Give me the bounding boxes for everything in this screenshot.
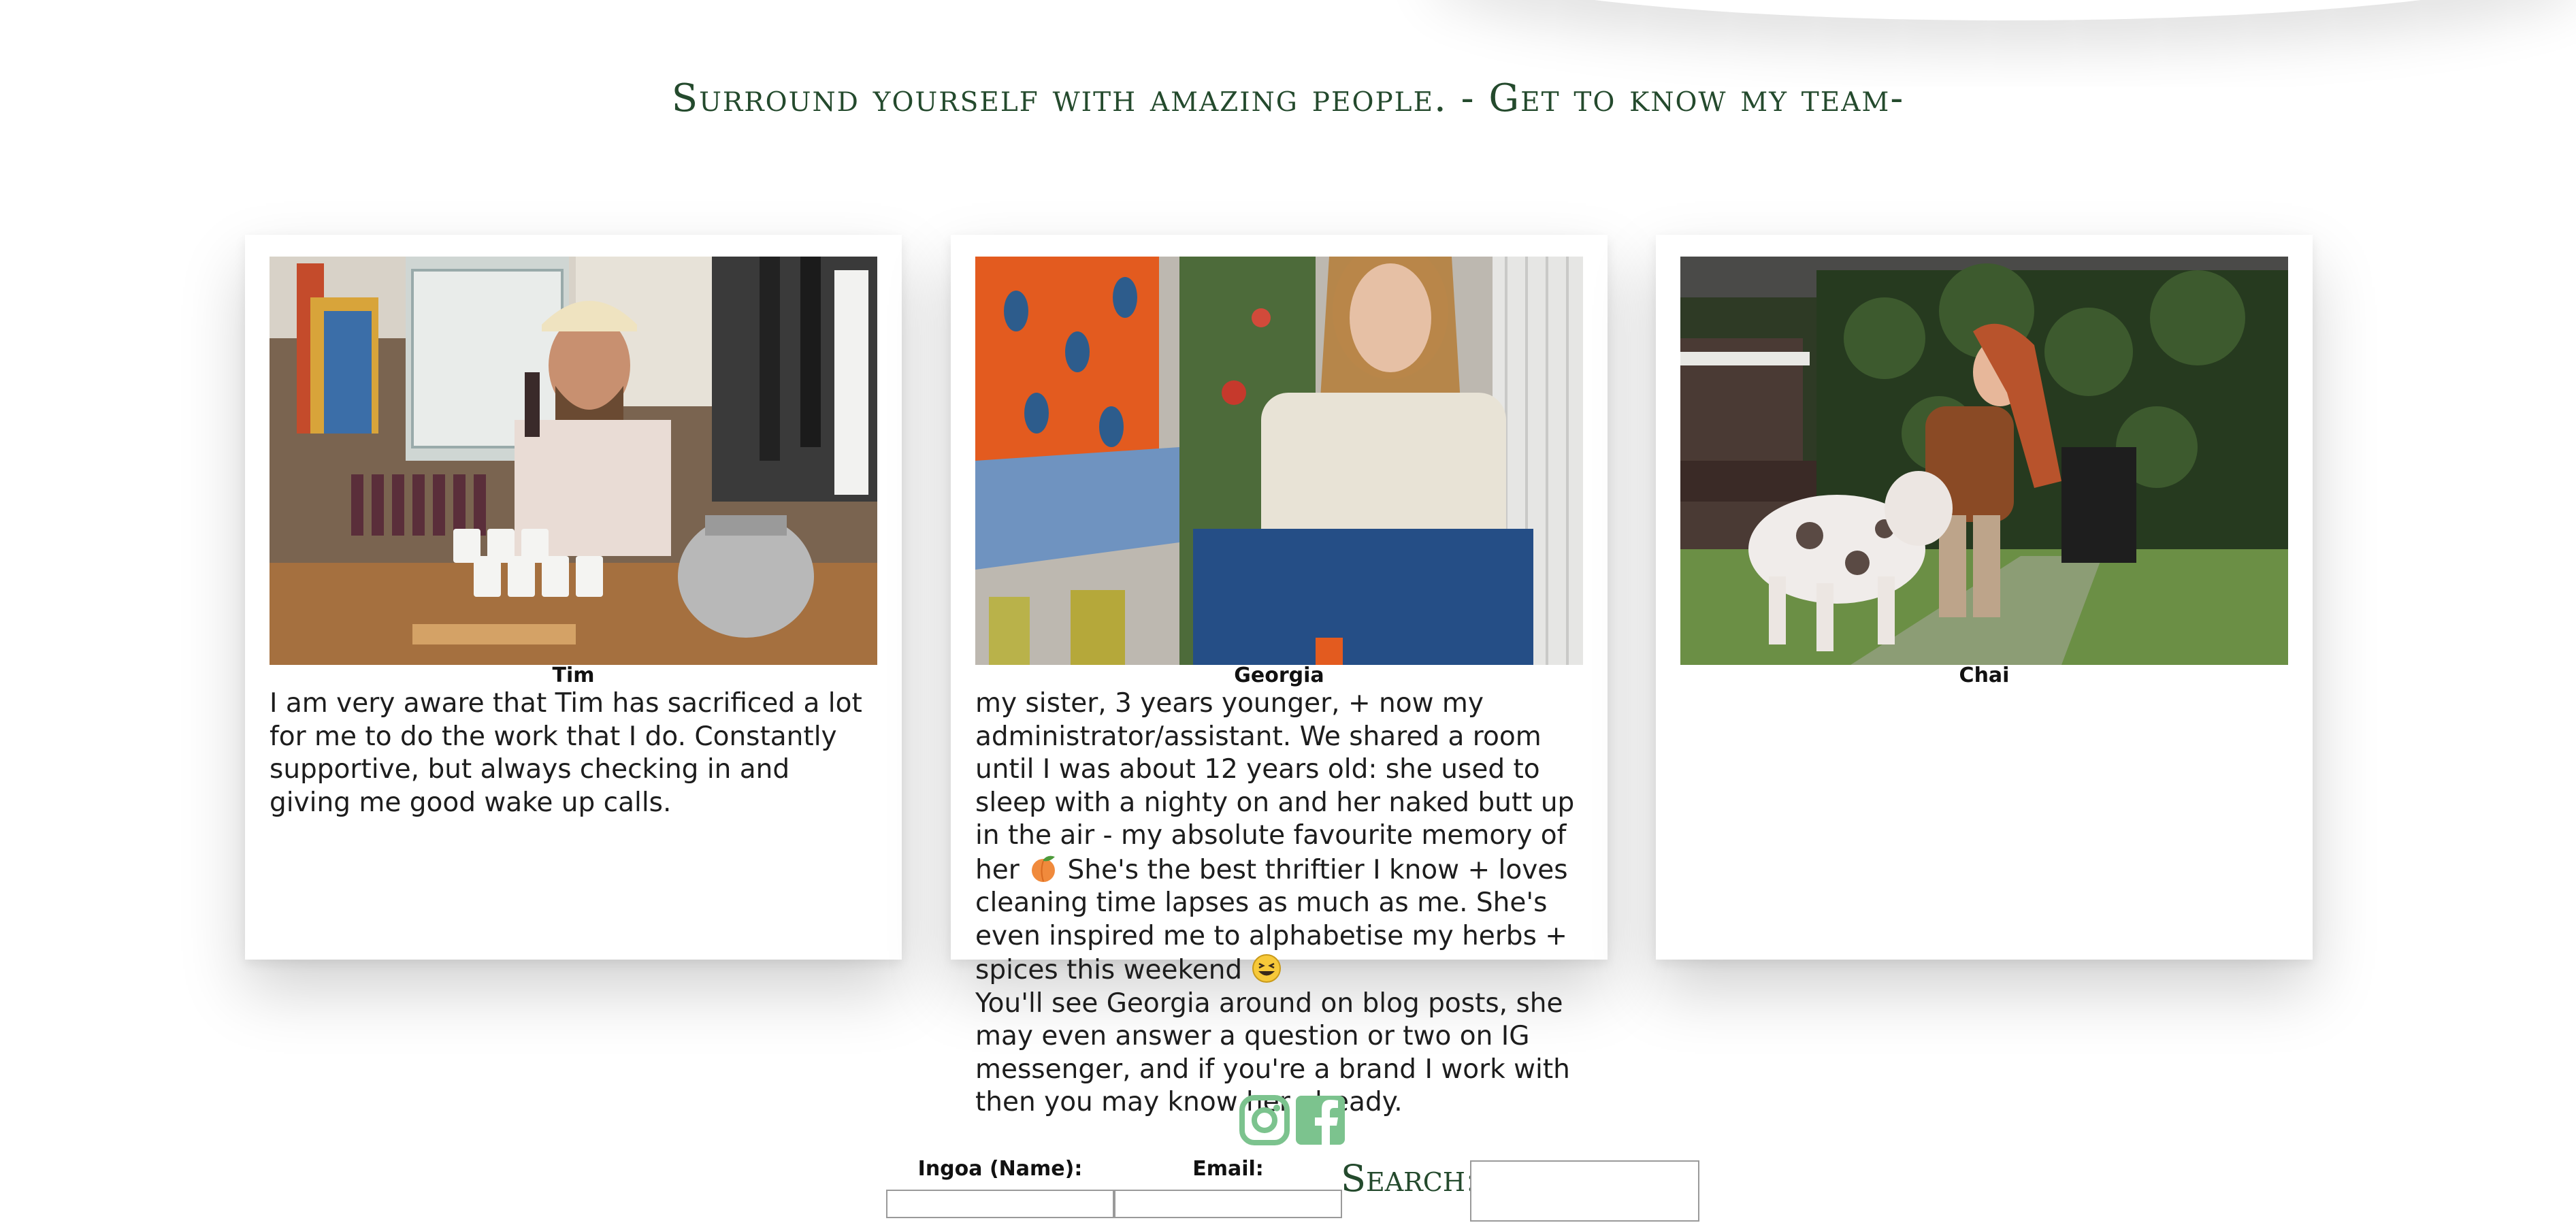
team-member-name: Chai [1959, 664, 2010, 687]
search-label: Search: [1341, 1157, 1478, 1200]
email-field[interactable] [1114, 1190, 1342, 1218]
facebook-icon[interactable] [1294, 1094, 1346, 1146]
search-input[interactable] [1470, 1160, 1699, 1222]
team-member-name: Georgia [1234, 664, 1324, 687]
team-card-chai: Chai [1656, 235, 2313, 960]
decorative-shadow [1429, 0, 2576, 20]
email-field-label: Email: [1192, 1157, 1264, 1181]
instagram-icon[interactable] [1239, 1094, 1290, 1146]
team-member-bio: I am very aware that Tim has sacrificed … [270, 688, 862, 818]
team-card-tim: Tim I am very aware that Tim has sacrifi… [245, 235, 902, 960]
peach-emoji [1032, 855, 1056, 882]
team-member-bio: my sister, 3 years younger, + now my adm… [975, 687, 1583, 1120]
team-tagline: Surround yourself with amazing people. -… [671, 76, 1905, 120]
georgia-photo [975, 257, 1583, 665]
grinning-squint-emoji [1252, 954, 1281, 983]
chai-photo [1680, 257, 2288, 665]
team-card-georgia: Georgia my sister, 3 years younger, + no… [951, 235, 1608, 1117]
tim-photo [270, 257, 877, 665]
name-field-label: Ingoa (Name): [917, 1157, 1083, 1181]
name-field[interactable] [886, 1190, 1114, 1218]
team-member-name: Tim [552, 664, 595, 687]
